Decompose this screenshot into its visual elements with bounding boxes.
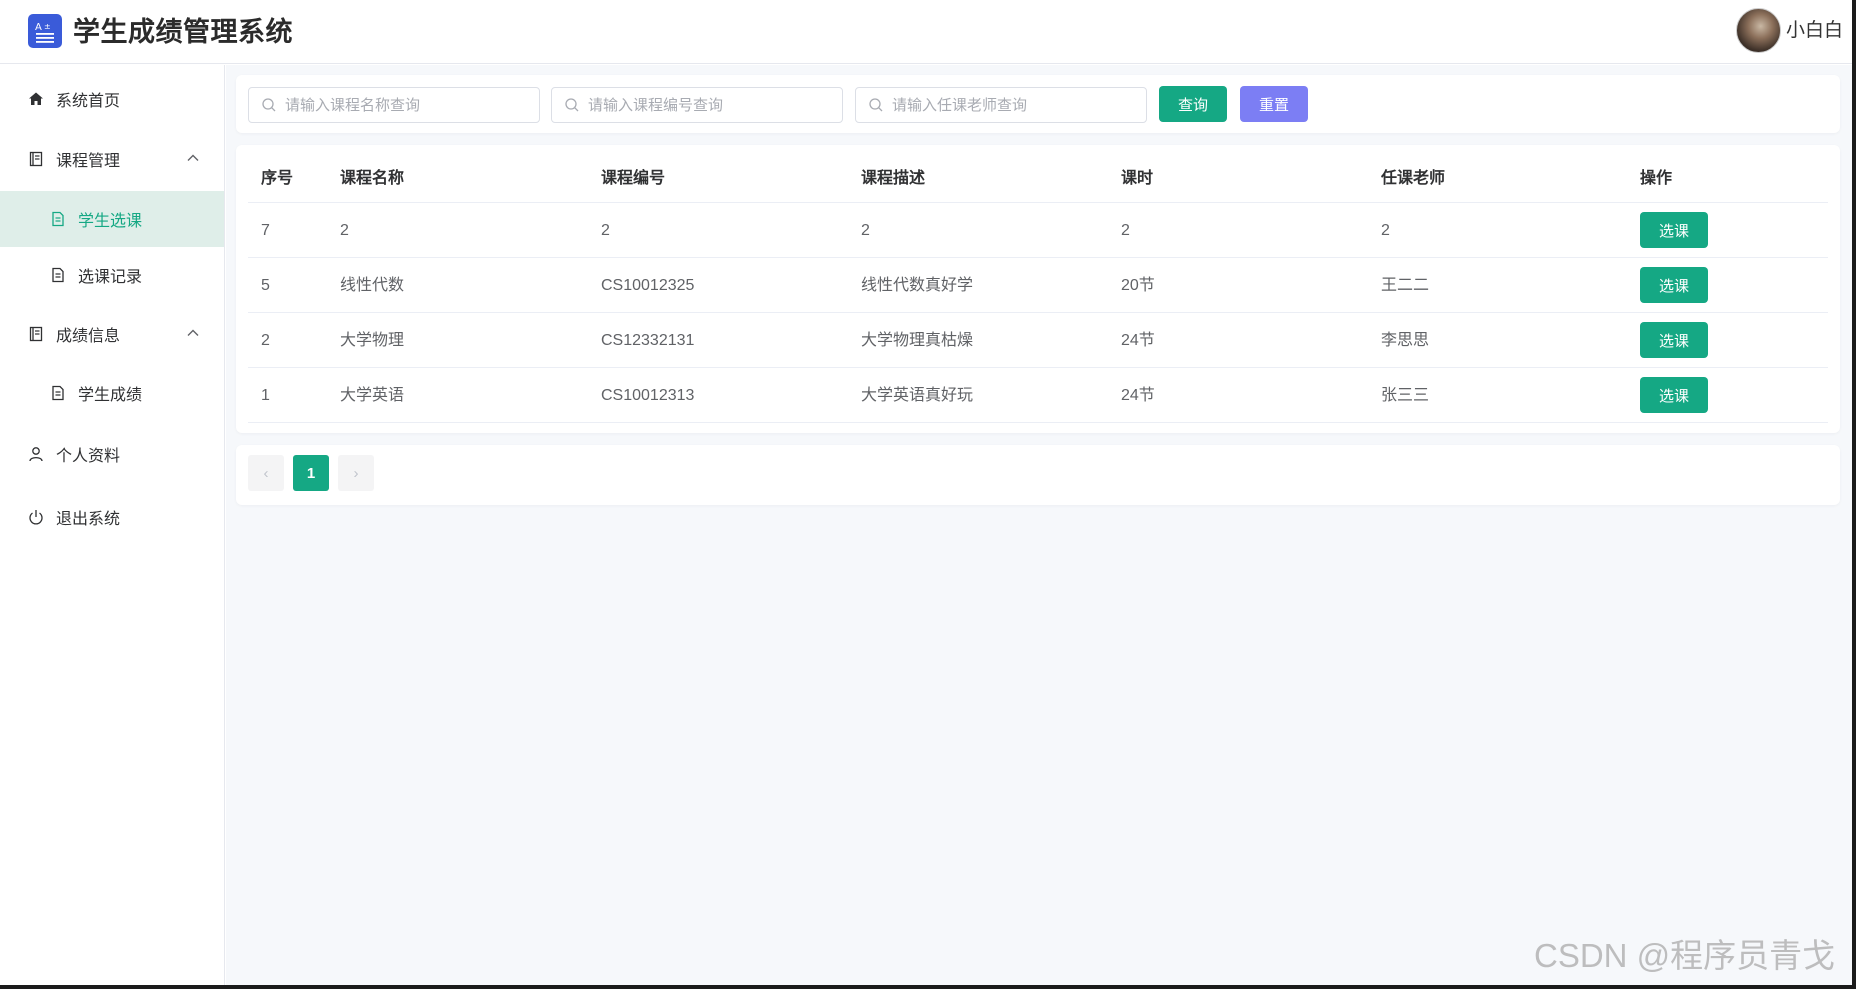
main-content: 查询 重置 序号 课程名称 课程编号 课程描述 课时 任课老师 操作 7 2 2… [226,65,1856,989]
sidebar-item-label: 退出系统 [56,511,121,528]
search-icon [262,98,276,112]
book-icon [26,324,46,344]
cell-desc: 线性代数真好学 [861,277,974,294]
column-header-code: 课程编号 [601,170,666,187]
cell-code: CS12332131 [601,332,695,349]
cell-hours: 24节 [1121,387,1155,404]
window-border-bottom [0,985,1856,989]
sidebar-item-student-select[interactable]: 学生选课 [0,191,224,247]
course-name-search-field[interactable] [248,87,540,123]
course-table: 序号 课程名称 课程编号 课程描述 课时 任课老师 操作 7 2 2 2 2 2… [236,145,1840,433]
sidebar-item-course-manage[interactable]: 课程管理 [0,131,224,187]
select-course-button[interactable]: 选课 [1640,322,1708,358]
teacher-search-input[interactable] [892,96,1142,114]
sidebar-item-label: 选课记录 [78,269,143,286]
app-title: 学生成绩管理系统 [73,17,293,47]
cell-code: 2 [601,222,610,239]
column-header-desc: 课程描述 [861,170,926,187]
reset-button[interactable]: 重置 [1240,86,1308,122]
query-button[interactable]: 查询 [1159,86,1227,122]
sidebar-item-label: 学生成绩 [78,387,143,404]
sidebar-item-label: 课程管理 [56,153,121,170]
cell-teacher: 李思思 [1381,332,1430,349]
sidebar-item-label: 系统首页 [56,93,121,110]
table-row: 5 线性代数 CS10012325 线性代数真好学 20节 王二二 选课 [248,258,1828,313]
sidebar-item-profile[interactable]: 个人资料 [0,426,224,482]
svg-text:A: A [35,22,42,33]
column-header-hours: 课时 [1121,170,1154,187]
document-icon [48,383,68,403]
sidebar-item-score-info[interactable]: 成绩信息 [0,306,224,362]
pagination: ‹ 1 › [236,445,1840,505]
cell-code: CS10012325 [601,277,695,294]
cell-teacher: 王二二 [1381,277,1430,294]
cell-code: CS10012313 [601,387,695,404]
course-name-search-input[interactable] [285,96,535,114]
next-page-button[interactable]: › [338,455,374,491]
window-border-right [1852,0,1856,989]
column-header-id: 序号 [261,170,294,187]
search-panel: 查询 重置 [236,75,1840,133]
sidebar-item-label: 学生选课 [78,213,143,230]
cell-id: 2 [261,332,270,349]
select-course-button[interactable]: 选课 [1640,212,1708,248]
avatar[interactable] [1736,8,1781,53]
app-header: A ± 学生成绩管理系统 小白白 [0,0,1856,64]
cell-hours: 24节 [1121,332,1155,349]
cell-id: 1 [261,387,270,404]
page-number-button[interactable]: 1 [293,455,329,491]
sidebar-item-student-score[interactable]: 学生成绩 [0,365,224,421]
sidebar-item-select-records[interactable]: 选课记录 [0,247,224,303]
chevron-up-icon [187,154,199,161]
cell-id: 7 [261,222,270,239]
cell-id: 5 [261,277,270,294]
document-icon [48,265,68,285]
sidebar-item-logout[interactable]: 退出系统 [0,489,224,545]
svg-text:±: ± [44,22,51,31]
cell-desc: 大学英语真好玩 [861,387,974,404]
user-icon [26,444,46,464]
cell-desc: 2 [861,222,870,239]
sidebar-item-home[interactable]: 系统首页 [0,71,224,127]
table-header: 序号 课程名称 课程编号 课程描述 课时 任课老师 操作 [248,155,1828,203]
column-header-teacher: 任课老师 [1381,170,1446,187]
table-row: 1 大学英语 CS10012313 大学英语真好玩 24节 张三三 选课 [248,368,1828,423]
username[interactable]: 小白白 [1786,18,1843,44]
search-icon [565,98,579,112]
column-header-action: 操作 [1640,170,1673,187]
prev-page-button[interactable]: ‹ [248,455,284,491]
cell-name: 大学英语 [340,387,405,404]
document-icon [48,209,68,229]
cell-teacher: 张三三 [1381,387,1430,404]
sidebar-item-label: 成绩信息 [56,328,121,345]
chevron-up-icon [187,329,199,336]
book-icon [26,149,46,169]
power-icon [26,507,46,527]
table-row: 7 2 2 2 2 2 选课 [248,203,1828,258]
table-row: 2 大学物理 CS12332131 大学物理真枯燥 24节 李思思 选课 [248,313,1828,368]
teacher-search-field[interactable] [855,87,1147,123]
sidebar: 系统首页 课程管理 学生选课 选课记录 成绩信息 学生成绩 个人资料 退出系统 [0,65,225,989]
cell-name: 2 [340,222,349,239]
select-course-button[interactable]: 选课 [1640,377,1708,413]
watermark: CSDN @程序员青戈 [1534,937,1836,974]
course-no-search-input[interactable] [588,96,838,114]
cell-name: 线性代数 [340,277,405,294]
app-logo-icon: A ± [28,14,62,48]
cell-name: 大学物理 [340,332,405,349]
search-icon [869,98,883,112]
cell-hours: 20节 [1121,277,1155,294]
column-header-name: 课程名称 [340,170,405,187]
home-icon [26,89,46,109]
cell-teacher: 2 [1381,222,1390,239]
course-no-search-field[interactable] [551,87,843,123]
cell-hours: 2 [1121,222,1130,239]
select-course-button[interactable]: 选课 [1640,267,1708,303]
cell-desc: 大学物理真枯燥 [861,332,974,349]
sidebar-item-label: 个人资料 [56,448,121,465]
